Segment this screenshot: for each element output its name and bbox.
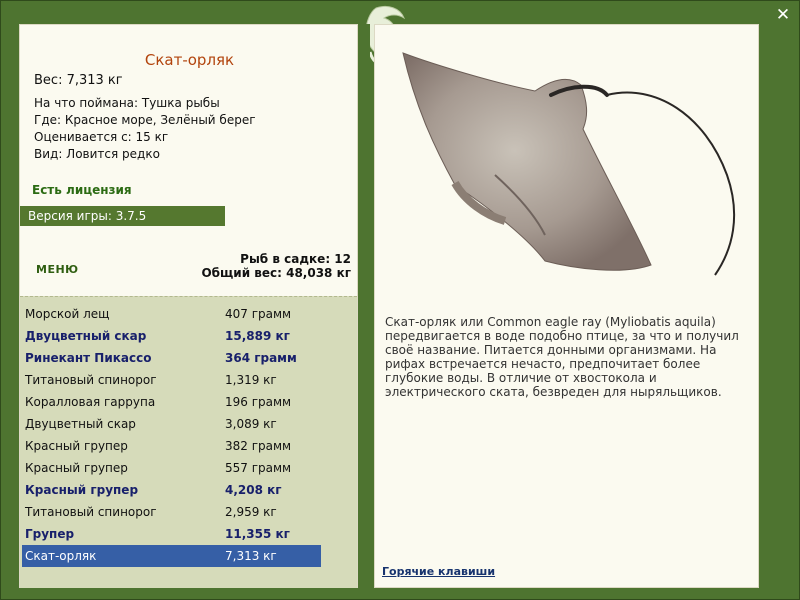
catch-fish-name: Морской лещ (25, 307, 110, 321)
catch-row[interactable]: Двуцветный скар 3,089 кг (22, 413, 321, 435)
catch-fish-weight: 2,959 кг (225, 505, 277, 519)
catch-row[interactable]: Красный групер 382 грамм (22, 435, 321, 457)
catch-row[interactable]: Морской лещ 407 грамм (22, 303, 321, 325)
fish-title: Скат-орляк (144, 51, 235, 69)
fish-description: Скат-орляк или Common eagle ray (Mylioba… (385, 315, 739, 399)
catch-fish-weight: 15,889 кг (225, 329, 290, 343)
close-icon[interactable]: ✕ (774, 6, 792, 24)
fish-bait: На что поймана: Тушка рыбы (34, 96, 220, 110)
menu-button[interactable]: МЕНЮ (36, 263, 79, 276)
fish-count: Рыб в садке: 12 (240, 252, 351, 266)
catch-fish-weight: 364 грамм (225, 351, 297, 365)
fish-type: Вид: Ловится редко (34, 147, 160, 161)
catch-fish-name: Коралловая гаррупа (25, 395, 156, 409)
fish-weight: Вес: 7,313 кг (34, 73, 123, 88)
catch-stats: Рыб в садке: 12 Общий вес: 48,038 кг (201, 252, 351, 280)
fish-info-panel: Скат-орляк Вес: 7,313 кг На что поймана:… (19, 24, 358, 588)
license-status: Есть лицензия (32, 183, 132, 197)
catch-fish-name: Красный групер (25, 483, 139, 497)
catch-fish-weight: 196 грамм (225, 395, 292, 409)
catch-row[interactable]: Красный групер 4,208 кг (22, 479, 321, 501)
catch-row[interactable]: Красный групер 557 грамм (22, 457, 321, 479)
catch-row[interactable]: Скат-орляк 7,313 кг (22, 545, 321, 567)
catch-fish-name: Групер (25, 527, 75, 541)
catch-fish-name: Ринекант Пикассо (25, 351, 152, 365)
eagle-ray-illustration (402, 52, 736, 276)
catch-fish-weight: 1,319 кг (225, 373, 277, 387)
catch-row[interactable]: Коралловая гаррупа 196 грамм (22, 391, 321, 413)
catch-fish-weight: 4,208 кг (225, 483, 282, 497)
catch-fish-weight: 7,313 кг (225, 549, 277, 563)
catch-fish-weight: 407 грамм (225, 307, 292, 321)
game-version: Версия игры: 3.7.5 (20, 206, 225, 226)
fish-image (375, 25, 760, 305)
catch-fish-name: Титановый спинорог (25, 373, 157, 387)
catch-fish-weight: 3,089 кг (225, 417, 277, 431)
catch-fish-name: Двуцветный скар (25, 417, 136, 431)
catch-fish-name: Красный групер (25, 439, 128, 453)
catch-row[interactable]: Групер 11,355 кг (22, 523, 321, 545)
fish-location: Где: Красное море, Зелёный берег (34, 113, 256, 127)
fish-detail-panel: Скат-орляк или Common eagle ray (Mylioba… (374, 24, 759, 588)
catch-fish-weight: 11,355 кг (225, 527, 290, 541)
catch-list: Морской лещ 407 грамм Двуцветный скар 15,88… (20, 296, 357, 588)
panel-divider (362, 24, 370, 588)
catch-row[interactable]: Титановый спинорог 2,959 кг (22, 501, 321, 523)
catch-fish-weight: 557 грамм (225, 461, 292, 475)
catch-row[interactable]: Двуцветный скар 15,889 кг (22, 325, 321, 347)
hotkeys-link[interactable]: Горячие клавиши (382, 565, 495, 578)
catch-row[interactable]: Титановый спинорог 1,319 кг (22, 369, 321, 391)
catch-fish-name: Скат-орляк (25, 549, 97, 563)
catch-fish-weight: 382 грамм (225, 439, 292, 453)
total-weight: Общий вес: 48,038 кг (201, 266, 351, 280)
catch-fish-name: Красный групер (25, 461, 128, 475)
fish-value: Оценивается с: 15 кг (34, 130, 169, 144)
catch-fish-name: Двуцветный скар (25, 329, 147, 343)
catch-fish-name: Титановый спинорог (25, 505, 157, 519)
catch-row[interactable]: Ринекант Пикассо 364 грамм (22, 347, 321, 369)
